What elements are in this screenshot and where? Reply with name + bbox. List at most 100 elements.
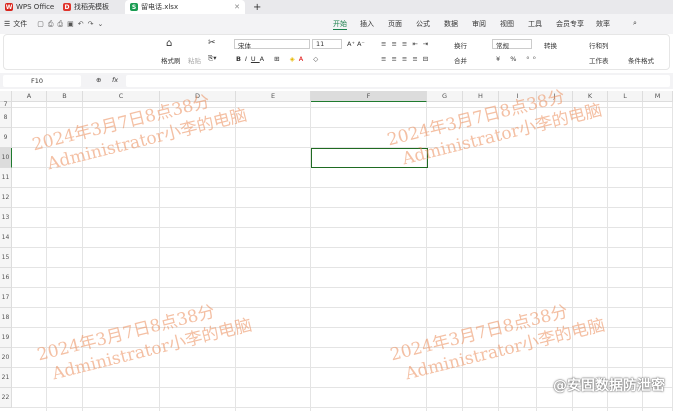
gridline xyxy=(12,287,673,288)
sheet-button[interactable]: 工作表 xyxy=(589,55,609,65)
row-header-18[interactable]: 18 xyxy=(0,308,12,328)
format-painter-button[interactable]: 格式刷 xyxy=(161,55,181,65)
close-icon[interactable]: ✕ xyxy=(234,3,240,11)
gridline xyxy=(12,247,673,248)
number-format-select[interactable]: 常规 xyxy=(492,39,532,50)
font-size-select[interactable]: 11 xyxy=(312,39,342,49)
ribbon: ⌂ 格式刷 粘贴 ✂ ⎘▾ 宋体 11 A⁺ A⁻ BIUA ⊞ ◈A ◇ ≡≡… xyxy=(3,34,670,70)
column-header-H[interactable]: H xyxy=(463,91,499,102)
menu-tab-home[interactable]: 开始 xyxy=(333,19,347,30)
gridline xyxy=(12,107,673,108)
column-header-E[interactable]: E xyxy=(236,91,311,102)
spreadsheet-grid[interactable]: A B C D E F G H I J K L M 7 8 9 10 11 12 13 14 15 16 17 18 19 20 21… xyxy=(0,91,673,411)
gridline xyxy=(462,102,463,411)
conditional-format-button[interactable]: 条件格式 xyxy=(628,55,654,65)
copy-icon[interactable]: ⎘▾ xyxy=(208,54,216,63)
tab-label: WPS Office xyxy=(16,3,55,11)
column-header-M[interactable]: M xyxy=(643,91,673,102)
menu-icon[interactable]: ☰ xyxy=(4,20,10,28)
menu-tab-data[interactable]: 数据 xyxy=(444,19,458,29)
row-col-button[interactable]: 行和列 xyxy=(589,40,609,50)
file-menu[interactable]: 文件 xyxy=(13,19,27,29)
column-header-C[interactable]: C xyxy=(83,91,160,102)
row-header-13[interactable]: 13 xyxy=(0,208,12,228)
gridline xyxy=(159,102,160,411)
column-header-D[interactable]: D xyxy=(160,91,236,102)
font-style-buttons[interactable]: BIUA ⊞ ◈A ◇ xyxy=(236,55,322,63)
column-header-L[interactable]: L xyxy=(608,91,643,102)
gridline xyxy=(235,102,236,411)
gridline xyxy=(12,227,673,228)
gridline xyxy=(12,347,673,348)
new-tab-button[interactable]: + xyxy=(248,0,266,14)
column-header-I[interactable]: I xyxy=(499,91,537,102)
row-header-20[interactable]: 20 xyxy=(0,348,12,368)
gridline xyxy=(82,102,83,411)
row-header-19[interactable]: 19 xyxy=(0,328,12,348)
wrap-text-button[interactable]: 换行 xyxy=(454,40,467,50)
zoom-icon[interactable]: ⊕ xyxy=(96,76,101,84)
merge-button[interactable]: 合并 xyxy=(454,55,467,65)
paste-button[interactable]: 粘贴 xyxy=(188,55,201,65)
row-header-21[interactable]: 21 xyxy=(0,368,12,388)
gridline xyxy=(607,102,608,411)
menu-tab-formula[interactable]: 公式 xyxy=(416,19,430,29)
row-header-9[interactable]: 9 xyxy=(0,128,12,148)
menu-tab-insert[interactable]: 插入 xyxy=(360,19,374,29)
row-header-12[interactable]: 12 xyxy=(0,188,12,208)
gridline xyxy=(498,102,499,411)
row-header-10[interactable]: 10 xyxy=(0,148,12,168)
tab-label: 找稻壳模板 xyxy=(74,3,109,11)
gridline xyxy=(536,102,537,411)
menu-tab-view[interactable]: 视图 xyxy=(500,19,514,29)
menu-tab-page[interactable]: 页面 xyxy=(388,19,402,29)
menu-tab-efficiency[interactable]: 效率 xyxy=(596,19,610,29)
tab-spreadsheet[interactable]: S 留电话.xlsx ✕ xyxy=(125,0,245,14)
column-header-A[interactable]: A xyxy=(12,91,47,102)
gridline xyxy=(46,102,47,411)
column-header-B[interactable]: B xyxy=(47,91,83,102)
gridline xyxy=(572,102,573,411)
row-header-16[interactable]: 16 xyxy=(0,268,12,288)
spreadsheet-icon: S xyxy=(130,3,138,11)
row-header-14[interactable]: 14 xyxy=(0,228,12,248)
tab-docer[interactable]: D 找稻壳模板 xyxy=(58,0,114,14)
tab-bar: W WPS Office D 找稻壳模板 S 留电话.xlsx ✕ + xyxy=(0,0,673,14)
gridline xyxy=(12,407,673,408)
column-header-J[interactable]: J xyxy=(537,91,573,102)
tab-label: 留电话.xlsx xyxy=(141,3,179,11)
column-header-G[interactable]: G xyxy=(427,91,463,102)
gridline xyxy=(12,327,673,328)
tab-wps-office[interactable]: W WPS Office xyxy=(0,0,59,14)
name-box[interactable]: F10 xyxy=(3,75,81,87)
column-header-K[interactable]: K xyxy=(573,91,608,102)
row-header-17[interactable]: 17 xyxy=(0,288,12,308)
align-buttons[interactable]: ≡≡≡≡⊟ xyxy=(381,55,433,63)
menu-tab-review[interactable]: 审阅 xyxy=(472,19,486,29)
gridline xyxy=(12,127,673,128)
formula-bar: F10 ⊕ fx xyxy=(0,73,673,89)
search-icon[interactable]: ⌕ xyxy=(633,19,637,28)
formula-input[interactable] xyxy=(126,75,670,87)
gridline xyxy=(12,267,673,268)
gridline xyxy=(12,207,673,208)
docer-icon: D xyxy=(63,3,71,11)
row-header-22[interactable]: 22 xyxy=(0,388,12,408)
fx-button[interactable]: fx xyxy=(112,76,118,84)
quick-access-icons[interactable]: ▢⎙⎙▣↶↷⌄ xyxy=(37,20,107,29)
row-header-8[interactable]: 8 xyxy=(0,108,12,128)
menu-tab-member[interactable]: 会员专享 xyxy=(556,19,584,29)
font-select[interactable]: 宋体 xyxy=(234,39,310,50)
gridline xyxy=(642,102,643,411)
font-grow-icon[interactable]: A⁺ A⁻ xyxy=(347,40,365,48)
column-header-F[interactable]: F xyxy=(311,91,427,102)
gridline xyxy=(12,367,673,368)
convert-button[interactable]: 转换 xyxy=(544,40,557,50)
menu-tab-tools[interactable]: 工具 xyxy=(528,19,542,29)
row-header-15[interactable]: 15 xyxy=(0,248,12,268)
align-top-buttons[interactable]: ≡≡≡⇤⇥ xyxy=(381,40,433,48)
number-buttons[interactable]: ¥ % ⁰⁰ xyxy=(496,55,540,63)
selected-cell[interactable] xyxy=(311,148,428,168)
row-header-11[interactable]: 11 xyxy=(0,168,12,188)
cut-icon[interactable]: ✂ xyxy=(208,38,216,48)
